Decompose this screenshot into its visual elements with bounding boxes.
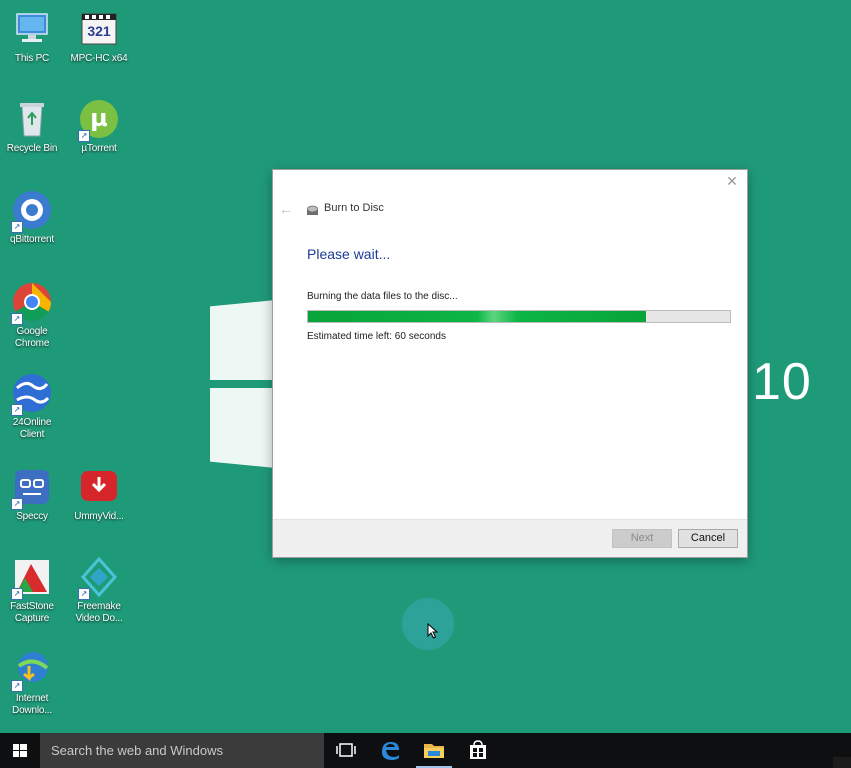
idm-icon: ↗	[11, 648, 53, 692]
desktop-icon-this-pc[interactable]: This PC	[0, 8, 64, 65]
desktop-icon-label: µTorrent	[81, 143, 117, 154]
mpc-hc-icon: 321	[78, 8, 120, 50]
desktop-icon-mpc-hc[interactable]: 321 MPC-HC x64	[67, 8, 131, 65]
start-button[interactable]	[0, 733, 40, 768]
show-desktop-corner[interactable]	[833, 757, 851, 768]
desktop-icon-label: 24Online Client	[12, 417, 52, 440]
faststone-icon: ↗	[11, 556, 53, 600]
back-arrow-icon[interactable]: ←	[279, 201, 293, 217]
freemake-icon: ↗	[78, 556, 120, 600]
close-icon[interactable]: ✕	[725, 174, 739, 188]
wallpaper-text: 10	[752, 353, 812, 411]
desktop-icon-label: Speccy	[16, 511, 48, 522]
cancel-button[interactable]: Cancel	[678, 529, 738, 548]
24online-icon: ↗	[11, 372, 53, 416]
desktop-icon-freemake[interactable]: ↗ Freemake Video Do...	[67, 556, 131, 625]
desktop-icon-label: Recycle Bin	[6, 143, 58, 154]
desktop-icon-google-chrome[interactable]: ↗ Google Chrome	[0, 281, 64, 350]
shortcut-arrow-icon: ↗	[11, 221, 23, 233]
windows-start-icon	[13, 744, 27, 757]
shortcut-arrow-icon: ↗	[78, 130, 90, 142]
dialog-footer: Next Cancel	[273, 519, 747, 557]
edge-icon	[382, 742, 399, 760]
next-button[interactable]: Next	[612, 529, 672, 548]
desktop-icon-label: UmmyVid...	[74, 511, 124, 522]
speccy-icon: ↗	[11, 466, 53, 510]
taskbar-search-box[interactable]: Search the web and Windows	[40, 733, 324, 768]
shortcut-arrow-icon: ↗	[11, 498, 23, 510]
desktop-icon-qbittorrent[interactable]: ↗ qBittorrent	[0, 189, 64, 246]
desktop-icon-label: MPC-HC x64	[70, 53, 128, 64]
disc-burner-icon	[306, 203, 319, 215]
shortcut-arrow-icon: ↗	[11, 404, 23, 416]
search-placeholder: Search the web and Windows	[51, 743, 223, 758]
taskbar-edge-button[interactable]	[368, 733, 412, 768]
windows-logo-pane	[210, 388, 276, 468]
shortcut-arrow-icon: ↗	[11, 680, 23, 692]
desktop-icon-recycle-bin[interactable]: Recycle Bin	[0, 98, 64, 155]
folder-icon	[424, 744, 444, 758]
mouse-cursor-icon	[427, 622, 439, 639]
desktop-icon-label: This PC	[14, 53, 50, 64]
dialog-heading: Please wait...	[307, 246, 391, 262]
chrome-icon: ↗	[11, 281, 53, 325]
qbittorrent-icon: ↗	[11, 189, 53, 233]
desktop-icon-speccy[interactable]: ↗ Speccy	[0, 466, 64, 523]
desktop-icon-utorrent[interactable]: µ ↗ µTorrent	[67, 98, 131, 155]
windows-logo-pane	[210, 300, 276, 380]
desktop-icon-24online[interactable]: ↗ 24Online Client	[0, 372, 64, 441]
desktop: 10 This PC 321 MPC-HC x64 Recycle Bin µ …	[0, 0, 851, 733]
burn-progress-bar	[307, 310, 731, 323]
shortcut-arrow-icon: ↗	[11, 588, 23, 600]
burn-to-disc-dialog: ✕ ← Burn to Disc Please wait... Burning …	[273, 170, 747, 557]
dialog-title-row: Burn to Disc	[306, 202, 384, 215]
desktop-icon-idm[interactable]: ↗ Internet Downlo...	[0, 648, 64, 717]
desktop-icon-label: qBittorrent	[10, 234, 54, 245]
burn-status-text: Burning the data files to the disc...	[307, 291, 458, 302]
this-pc-icon	[11, 8, 53, 50]
taskbar-file-explorer-button[interactable]	[412, 733, 456, 768]
desktop-icon-faststone[interactable]: ↗ FastStone Capture	[0, 556, 64, 625]
taskbar: Search the web and Windows	[0, 733, 851, 768]
task-view-button[interactable]	[324, 733, 368, 768]
mpc-hc-badge: 321	[87, 23, 111, 39]
store-icon	[470, 740, 486, 759]
progress-fill	[308, 311, 646, 322]
desktop-icon-label: FastStone Capture	[10, 601, 54, 624]
taskbar-store-button[interactable]	[456, 733, 500, 768]
task-view-icon	[336, 743, 356, 757]
desktop-icon-label: Internet Downlo...	[12, 693, 52, 716]
desktop-icon-label: Google Chrome	[14, 326, 50, 349]
desktop-icon-label: Freemake Video Do...	[75, 601, 123, 624]
recycle-bin-icon	[11, 98, 53, 140]
shortcut-arrow-icon: ↗	[11, 313, 23, 325]
ummy-video-icon	[78, 466, 120, 508]
dialog-title: Burn to Disc	[324, 202, 384, 214]
desktop-icon-ummy-video[interactable]: UmmyVid...	[67, 466, 131, 523]
utorrent-icon: µ ↗	[78, 98, 120, 142]
shortcut-arrow-icon: ↗	[78, 588, 90, 600]
estimated-time-text: Estimated time left: 60 seconds	[307, 331, 446, 342]
utorrent-badge: µ	[90, 104, 108, 132]
